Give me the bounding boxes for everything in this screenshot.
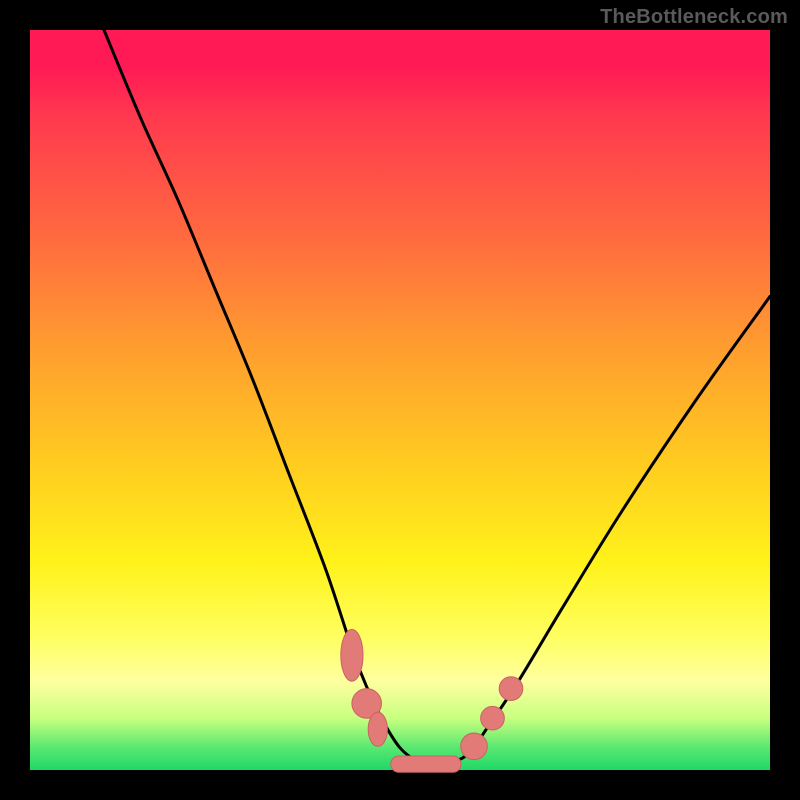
curve-markers [341,629,523,772]
chart-frame: TheBottleneck.com [0,0,800,800]
curve-layer [30,30,770,770]
curve-marker-5 [481,706,505,730]
curve-marker-6 [499,677,523,701]
curve-marker-3 [391,756,461,772]
bottleneck-curve [104,30,770,764]
curve-marker-2 [368,712,387,746]
curve-path [104,30,770,764]
watermark-text: TheBottleneck.com [600,6,788,29]
plot-area [30,30,770,770]
curve-marker-4 [461,733,488,760]
curve-marker-0 [341,629,363,681]
